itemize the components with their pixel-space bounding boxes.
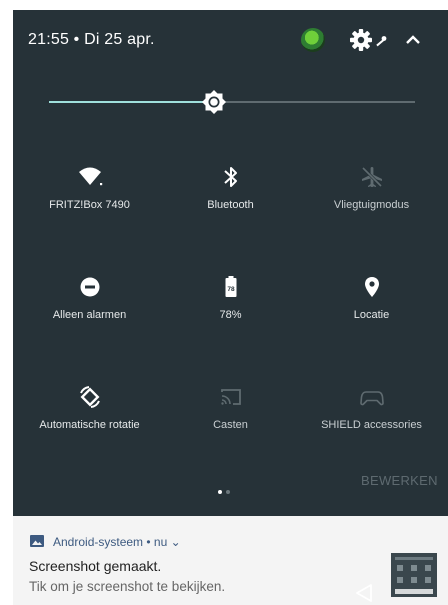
notification-text: Tik om je screenshot te bekijken. [29, 579, 226, 594]
page-dot [226, 490, 230, 494]
tile-cast[interactable]: Casten [158, 383, 303, 453]
tile-label: FRITZ!Box 7490 [49, 199, 130, 211]
cast-icon [220, 389, 241, 405]
page-dot-active [218, 490, 222, 494]
gear-icon [350, 29, 387, 51]
airplane-icon [361, 166, 382, 188]
screenshot-notification[interactable]: Android-systeem • nu ⌄ Screenshot gemaak… [13, 516, 448, 605]
settings-button[interactable] [349, 26, 395, 54]
brightness-track-filled [49, 101, 215, 103]
tile-location[interactable]: Locatie [299, 273, 444, 343]
image-icon [30, 535, 44, 547]
brightness-thumb[interactable] [201, 90, 227, 114]
location-pin-icon [364, 277, 379, 297]
tile-label: SHIELD accessories [321, 419, 422, 431]
tile-label: Vliegtuigmodus [333, 199, 410, 211]
tile-label: Alleen alarmen [52, 309, 127, 321]
brightness-icon [202, 90, 226, 114]
tile-auto-rotate[interactable]: Automatische rotatie [17, 383, 162, 453]
chevron-up-icon [406, 35, 420, 44]
tile-wifi[interactable]: FRITZ!Box 7490 [17, 163, 162, 233]
battery-icon: 78 [225, 276, 236, 297]
notification-header: Android-systeem • nu ⌄ [53, 535, 181, 549]
notification-title: Screenshot gemaakt. [29, 558, 162, 574]
back-icon[interactable] [353, 582, 375, 604]
collapse-button[interactable] [401, 28, 425, 52]
screenshot-thumbnail[interactable] [391, 553, 437, 597]
brightness-slider[interactable] [49, 90, 415, 114]
brightness-track-empty [215, 101, 415, 103]
tile-bluetooth[interactable]: Bluetooth [158, 163, 303, 233]
tile-airplane-mode[interactable]: Vliegtuigmodus [299, 163, 444, 233]
tile-shield-accessories[interactable]: SHIELD accessories [299, 383, 444, 453]
do-not-disturb-icon [80, 277, 99, 297]
status-time-date: 21:55 • Di 25 apr. [28, 31, 155, 48]
tile-alarms-only[interactable]: Alleen alarmen [17, 273, 162, 343]
user-avatar[interactable] [301, 28, 325, 52]
screenshot-preview-image [391, 553, 437, 597]
tile-label: Bluetooth [207, 199, 254, 211]
gamepad-icon [359, 391, 384, 406]
wifi-icon [78, 167, 102, 186]
tile-label: Casten [213, 419, 248, 431]
screen: 21:55 • Di 25 apr. FRITZ!Box 7490 Blueto… [0, 0, 448, 605]
tile-battery[interactable]: 78 78% [158, 273, 303, 343]
tile-label: Locatie [353, 309, 390, 321]
edit-button[interactable]: BEWERKEN [361, 473, 438, 488]
tile-label: 78% [219, 309, 242, 321]
page-indicator [218, 481, 238, 494]
auto-rotate-icon [79, 386, 100, 408]
battery-level: 78 [227, 286, 235, 293]
quick-settings-panel: 21:55 • Di 25 apr. FRITZ!Box 7490 Blueto… [13, 10, 448, 516]
tile-label: Automatische rotatie [39, 419, 140, 431]
bluetooth-icon [223, 167, 237, 187]
